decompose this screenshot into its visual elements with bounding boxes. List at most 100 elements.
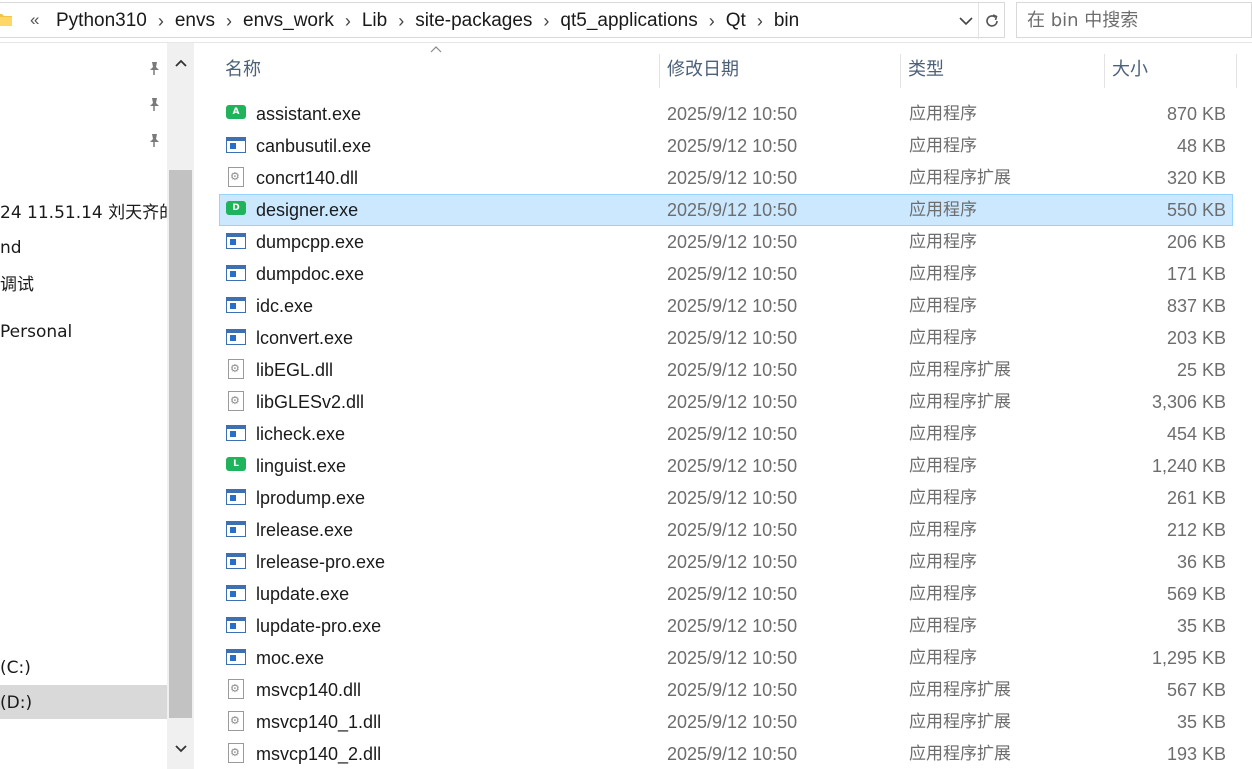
dll-icon — [226, 743, 246, 763]
exe-icon — [226, 585, 246, 603]
breadcrumb-separator-icon[interactable]: › — [398, 11, 404, 32]
breadcrumb-item[interactable]: qt5_applications — [558, 10, 699, 32]
file-row[interactable]: licheck.exe 2025/9/12 10:50 应用程序 454 KB — [219, 418, 1233, 450]
file-list: 名称 修改日期 类型 大小 Aassistant.exe 2025/9/12 10… — [194, 43, 1252, 769]
breadcrumb-item[interactable]: Lib — [360, 10, 389, 32]
file-size: 261 KB — [1166, 488, 1226, 508]
pin-icon[interactable] — [146, 132, 162, 148]
overflow-chevron-icon[interactable]: « — [30, 10, 39, 30]
file-row[interactable]: lupdate-pro.exe 2025/9/12 10:50 应用程序 35 KB — [219, 610, 1233, 642]
pin-icon[interactable] — [146, 60, 162, 76]
file-row[interactable]: lupdate.exe 2025/9/12 10:50 应用程序 569 KB — [219, 578, 1233, 610]
file-name: lupdate-pro.exe — [256, 616, 382, 636]
file-row[interactable]: Ddesigner.exe 2025/9/12 10:50 应用程序 550 KB — [219, 194, 1233, 226]
refresh-button[interactable] — [978, 3, 1005, 39]
file-row[interactable]: lprodump.exe 2025/9/12 10:50 应用程序 261 KB — [219, 482, 1233, 514]
file-row[interactable]: libEGL.dll 2025/9/12 10:50 应用程序扩展 25 KB — [219, 354, 1233, 386]
file-row[interactable]: moc.exe 2025/9/12 10:50 应用程序 1,295 KB — [219, 642, 1233, 674]
file-type: 应用程序 — [909, 328, 977, 348]
column-divider[interactable] — [1236, 54, 1237, 88]
file-size: 203 KB — [1166, 328, 1226, 348]
file-row[interactable]: msvcp140.dll 2025/9/12 10:50 应用程序扩展 567 KB — [219, 674, 1233, 706]
exe-icon — [226, 233, 246, 251]
breadcrumb-item[interactable]: bin — [772, 10, 801, 32]
search-input[interactable] — [1017, 3, 1251, 37]
breadcrumb-item[interactable]: site-packages — [413, 10, 534, 32]
breadcrumb-item[interactable]: Qt — [724, 10, 748, 32]
breadcrumb-separator-icon[interactable]: › — [226, 11, 232, 32]
column-divider[interactable] — [900, 54, 901, 88]
file-row[interactable]: lconvert.exe 2025/9/12 10:50 应用程序 203 KB — [219, 322, 1233, 354]
file-row[interactable]: dumpdoc.exe 2025/9/12 10:50 应用程序 171 KB — [219, 258, 1233, 290]
breadcrumb-separator-icon[interactable]: › — [158, 11, 164, 32]
column-divider[interactable] — [659, 54, 660, 88]
file-row[interactable]: canbusutil.exe 2025/9/12 10:50 应用程序 48 KB — [219, 130, 1233, 162]
file-row[interactable]: Llinguist.exe 2025/9/12 10:50 应用程序 1,240 KB — [219, 450, 1233, 482]
exe-icon — [226, 489, 246, 507]
file-date-modified: 2025/9/12 10:50 — [667, 392, 798, 412]
scrollbar-thumb[interactable] — [169, 170, 192, 718]
breadcrumb-item[interactable]: envs — [173, 10, 217, 32]
file-name: lrelease-pro.exe — [256, 552, 386, 572]
breadcrumb-item[interactable]: envs_work — [241, 10, 336, 32]
file-date-modified: 2025/9/12 10:50 — [667, 648, 798, 668]
chevron-down-icon — [174, 745, 187, 753]
file-size: 320 KB — [1166, 168, 1226, 188]
dll-icon-glyph — [228, 167, 244, 187]
column-header-name[interactable]: 名称 — [219, 54, 657, 86]
column-header-size[interactable]: 大小 — [1106, 54, 1236, 86]
file-row[interactable]: Aassistant.exe 2025/9/12 10:50 应用程序 870 KB — [219, 98, 1233, 130]
file-row[interactable]: concrt140.dll 2025/9/12 10:50 应用程序扩展 320 KB — [219, 162, 1233, 194]
file-name: assistant.exe — [256, 104, 362, 124]
file-row[interactable]: msvcp140_2.dll 2025/9/12 10:50 应用程序扩展 193 K… — [219, 738, 1233, 769]
file-name: libEGL.dll — [256, 360, 334, 380]
file-date-modified: 2025/9/12 10:50 — [667, 616, 798, 636]
exe-icon-glyph — [226, 489, 246, 505]
file-size: 193 KB — [1166, 744, 1226, 764]
dll-icon-glyph — [228, 679, 244, 699]
address-history-dropdown-icon[interactable] — [957, 12, 975, 30]
nav-item-quick-access[interactable]: 调试 — [0, 267, 34, 301]
nav-item-quick-access[interactable]: 24 11.51.14 刘天齐的 — [0, 195, 176, 229]
file-date-modified: 2025/9/12 10:50 — [667, 296, 798, 316]
file-size: 1,240 KB — [1151, 456, 1226, 476]
exe-icon-glyph — [226, 553, 246, 569]
file-size: 569 KB — [1166, 584, 1226, 604]
folder-icon — [0, 14, 12, 26]
nav-item-onedrive-personal[interactable]: Personal — [0, 314, 72, 348]
breadcrumb-separator-icon[interactable]: › — [709, 11, 715, 32]
file-row[interactable]: msvcp140_1.dll 2025/9/12 10:50 应用程序扩展 35 KB — [219, 706, 1233, 738]
nav-item-drive-c[interactable]: (C:) — [0, 650, 31, 684]
file-type: 应用程序 — [909, 200, 977, 220]
pin-icon[interactable] — [146, 96, 162, 112]
file-row[interactable]: idc.exe 2025/9/12 10:50 应用程序 837 KB — [219, 290, 1233, 322]
exe-icon — [226, 329, 246, 347]
exe-icon-glyph — [226, 585, 246, 601]
file-row[interactable]: libGLESv2.dll 2025/9/12 10:50 应用程序扩展 3,306 … — [219, 386, 1233, 418]
column-header-date[interactable]: 修改日期 — [661, 54, 899, 86]
file-type: 应用程序 — [909, 264, 977, 284]
column-header-type[interactable]: 类型 — [902, 54, 1102, 86]
dll-icon — [226, 711, 246, 731]
file-row[interactable]: lrelease.exe 2025/9/12 10:50 应用程序 212 KB — [219, 514, 1233, 546]
nav-item-quick-access[interactable]: nd — [0, 230, 22, 264]
breadcrumb-separator-icon[interactable]: › — [543, 11, 549, 32]
file-row[interactable]: lrelease-pro.exe 2025/9/12 10:50 应用程序 36 KB — [219, 546, 1233, 578]
file-date-modified: 2025/9/12 10:50 — [667, 104, 798, 124]
breadcrumb-separator-icon[interactable]: › — [345, 11, 351, 32]
exe-icon-glyph — [226, 329, 246, 345]
file-type: 应用程序 — [909, 136, 977, 156]
dll-icon-glyph — [228, 743, 244, 763]
file-name: libGLESv2.dll — [256, 392, 365, 412]
address-bar[interactable]: « Python310 › envs › envs_work › Lib › s… — [0, 2, 1005, 39]
file-date-modified: 2025/9/12 10:50 — [667, 584, 798, 604]
nav-item-label: (D:) — [0, 693, 33, 713]
nav-item-drive-d[interactable]: (D:) — [0, 685, 167, 719]
nav-scrollbar[interactable] — [167, 43, 194, 769]
scroll-up-button[interactable] — [167, 43, 194, 83]
file-row[interactable]: dumpcpp.exe 2025/9/12 10:50 应用程序 206 KB — [219, 226, 1233, 258]
column-divider[interactable] — [1104, 54, 1105, 88]
breadcrumb-item[interactable]: Python310 — [54, 10, 149, 32]
breadcrumb-separator-icon[interactable]: › — [757, 11, 763, 32]
scroll-down-button[interactable] — [167, 729, 194, 769]
